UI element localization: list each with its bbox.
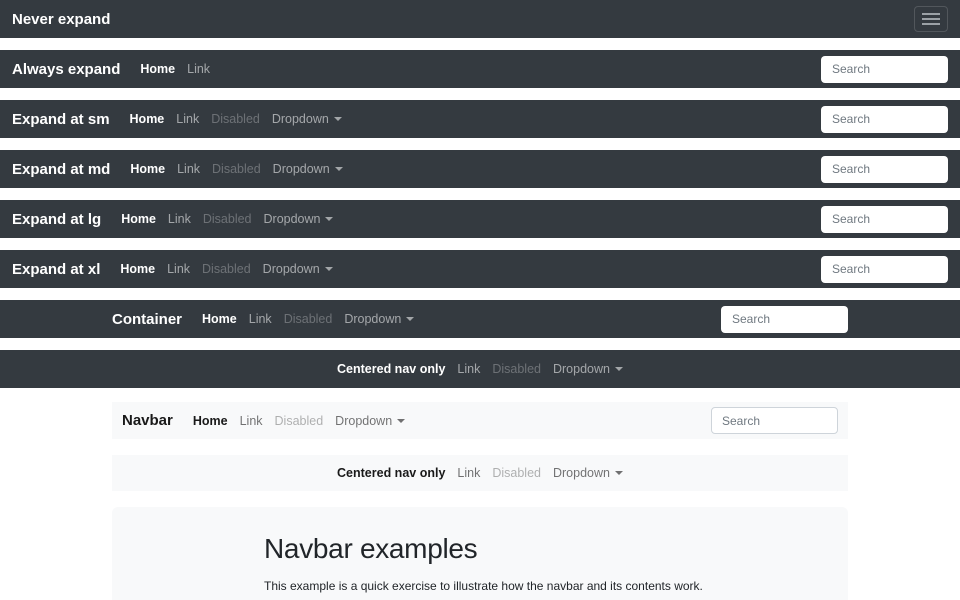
nav-link-home[interactable]: Home <box>124 112 171 126</box>
nav-link-link[interactable]: Link <box>243 312 278 326</box>
nav-link-link[interactable]: Link <box>170 112 205 126</box>
brand-expand-sm[interactable]: Expand at sm <box>12 111 110 128</box>
navbar-never-expand: Never expand <box>0 0 960 38</box>
caret-down-icon <box>334 117 342 121</box>
nav-dropdown-toggle[interactable]: Dropdown <box>547 466 629 480</box>
brand-expand-lg[interactable]: Expand at lg <box>12 211 101 228</box>
nav-dropdown-toggle[interactable]: Dropdown <box>267 162 349 176</box>
caret-down-icon <box>325 217 333 221</box>
brand-expand-md[interactable]: Expand at md <box>12 161 110 178</box>
caret-down-icon <box>406 317 414 321</box>
navbar-expand-md: Expand at md Home Link Disabled Dropdown <box>0 150 960 188</box>
caret-down-icon <box>335 167 343 171</box>
nav-link-home[interactable]: Home <box>196 312 243 326</box>
navbar-expand-sm: Expand at sm Home Link Disabled Dropdown <box>0 100 960 138</box>
page-container: Navbar Home Link Disabled Dropdown Cente… <box>112 402 848 600</box>
caret-down-icon <box>325 267 333 271</box>
navbar-centered-dark: Centered nav only Link Disabled Dropdown <box>0 350 960 388</box>
nav-link-link[interactable]: Link <box>171 162 206 176</box>
nav-links: Home Link Disabled Dropdown <box>187 414 411 428</box>
nav-links: Home Link Disabled Dropdown <box>124 112 348 126</box>
nav-dropdown-toggle[interactable]: Dropdown <box>258 212 340 226</box>
search-input[interactable] <box>711 407 838 434</box>
nav-link-link[interactable]: Link <box>162 212 197 226</box>
nav-link-link[interactable]: Link <box>451 362 486 376</box>
nav-link-home[interactable]: Home <box>115 212 162 226</box>
nav-links: Centered nav only Link Disabled Dropdown <box>331 466 629 480</box>
nav-link-disabled: Disabled <box>205 112 266 126</box>
nav-link-link[interactable]: Link <box>451 466 486 480</box>
page-title: Navbar examples <box>264 533 710 565</box>
navbar-always-expand: Always expand Home Link <box>0 50 960 88</box>
nav-links: Home Link Disabled Dropdown <box>196 312 420 326</box>
navbar-container-inner: Container Home Link Disabled Dropdown <box>112 300 848 338</box>
nav-dropdown-toggle[interactable]: Dropdown <box>547 362 629 376</box>
navbar-expand-lg: Expand at lg Home Link Disabled Dropdown <box>0 200 960 238</box>
hamburger-icon <box>922 13 940 25</box>
nav-link-home[interactable]: Home <box>134 62 181 76</box>
brand-expand-xl[interactable]: Expand at xl <box>12 261 100 278</box>
navbar-light: Navbar Home Link Disabled Dropdown <box>112 402 848 439</box>
nav-link-link[interactable]: Link <box>234 414 269 428</box>
nav-links: Home Link Disabled Dropdown <box>115 212 339 226</box>
navbar-expand-xl: Expand at xl Home Link Disabled Dropdown <box>0 250 960 288</box>
nav-link-home[interactable]: Home <box>187 414 234 428</box>
navbar-container: Container Home Link Disabled Dropdown <box>0 300 960 338</box>
nav-link-centered[interactable]: Centered nav only <box>331 362 451 376</box>
nav-link-disabled: Disabled <box>206 162 267 176</box>
nav-dropdown-toggle[interactable]: Dropdown <box>329 414 411 428</box>
nav-link-disabled: Disabled <box>269 414 330 428</box>
search-input[interactable] <box>821 256 948 283</box>
brand-always-expand[interactable]: Always expand <box>12 61 120 78</box>
nav-links: Home Link Disabled Dropdown <box>124 162 348 176</box>
search-input[interactable] <box>821 106 948 133</box>
nav-link-disabled: Disabled <box>486 466 547 480</box>
search-input[interactable] <box>821 56 948 83</box>
nav-link-home[interactable]: Home <box>114 262 161 276</box>
nav-dropdown-toggle[interactable]: Dropdown <box>338 312 420 326</box>
navbar-toggler-button[interactable] <box>914 6 948 32</box>
paragraph-text: This example is a quick exercise to illu… <box>264 579 703 600</box>
nav-dropdown-toggle[interactable]: Dropdown <box>257 262 339 276</box>
nav-links: Centered nav only Link Disabled Dropdown <box>331 362 629 376</box>
nav-link-disabled: Disabled <box>197 212 258 226</box>
search-input[interactable] <box>821 156 948 183</box>
brand-navbar[interactable]: Navbar <box>122 412 173 429</box>
nav-link-disabled: Disabled <box>486 362 547 376</box>
caret-down-icon <box>615 471 623 475</box>
intro-paragraph: This example is a quick exercise to illu… <box>264 577 710 600</box>
content-column: Navbar examples This example is a quick … <box>264 533 710 600</box>
nav-link-home[interactable]: Home <box>124 162 171 176</box>
search-input[interactable] <box>721 306 848 333</box>
caret-down-icon <box>615 367 623 371</box>
search-input[interactable] <box>821 206 948 233</box>
jumbotron-card: Navbar examples This example is a quick … <box>112 507 848 600</box>
nav-link-disabled: Disabled <box>196 262 257 276</box>
nav-links: Home Link <box>134 62 216 76</box>
nav-dropdown-toggle[interactable]: Dropdown <box>266 112 348 126</box>
nav-links: Home Link Disabled Dropdown <box>114 262 338 276</box>
brand-container[interactable]: Container <box>112 311 182 328</box>
caret-down-icon <box>397 419 405 423</box>
brand-never-expand[interactable]: Never expand <box>12 11 110 28</box>
nav-link-centered[interactable]: Centered nav only <box>331 466 451 480</box>
nav-link-link[interactable]: Link <box>181 62 216 76</box>
nav-link-link[interactable]: Link <box>161 262 196 276</box>
nav-link-disabled: Disabled <box>278 312 339 326</box>
navbar-centered-light: Centered nav only Link Disabled Dropdown <box>112 455 848 491</box>
